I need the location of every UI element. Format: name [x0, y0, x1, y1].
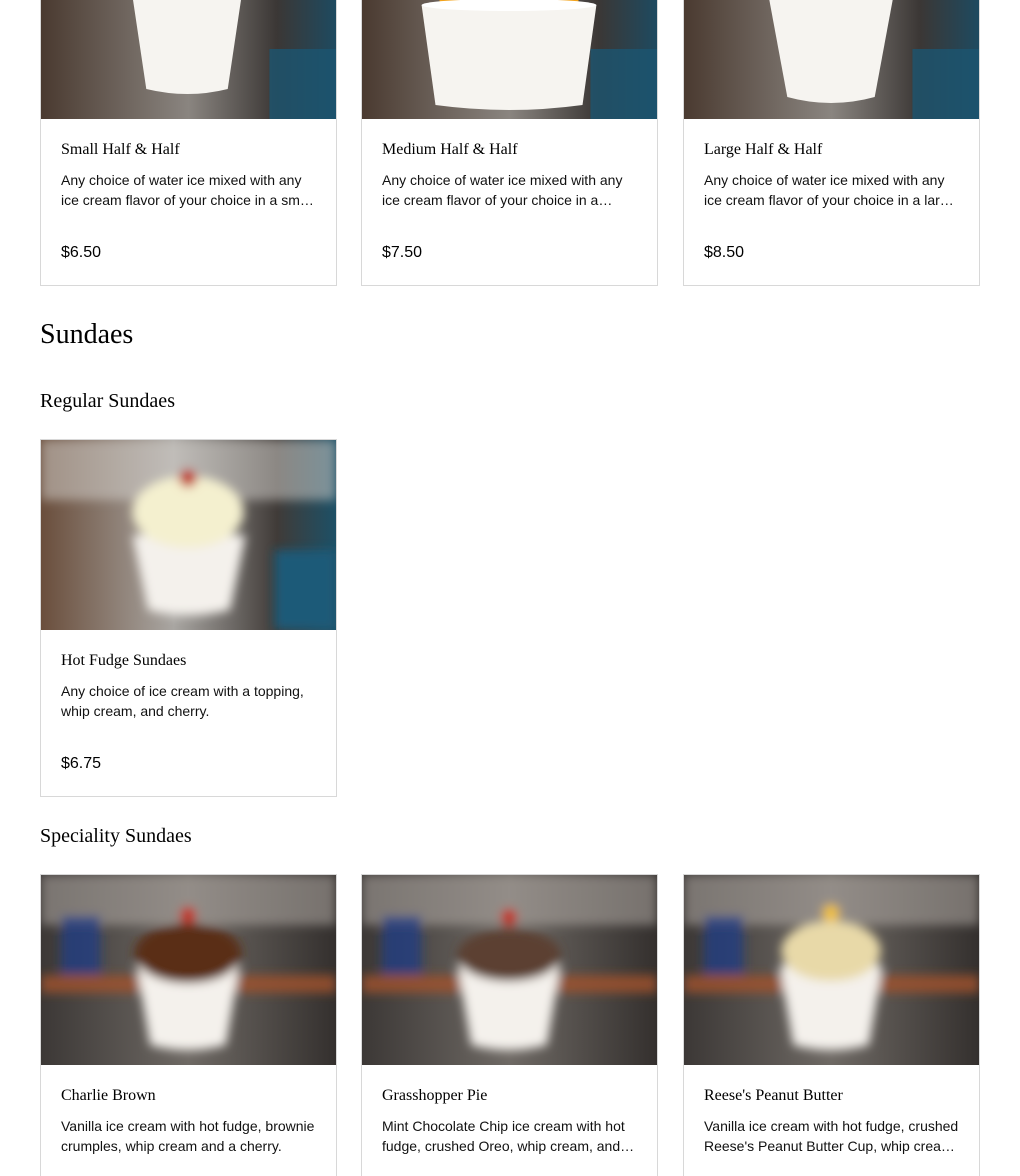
menu-item-description: Vanilla ice cream with hot fudge, crushe…	[704, 1118, 959, 1154]
menu-item-name: Grasshopper Pie	[382, 1087, 488, 1104]
menu-item-card[interactable]: Large Half & Half Any choice of water ic…	[683, 0, 980, 286]
grasshopper-pie-photo	[362, 875, 657, 1065]
menu-item-name: Large Half & Half	[704, 141, 823, 158]
menu-item-description: Any choice of water ice mixed with any i…	[704, 172, 956, 208]
menu-item-price: $7.50	[382, 244, 423, 261]
menu-item-name: Medium Half & Half	[382, 141, 518, 158]
menu-item-name: Small Half & Half	[61, 141, 180, 158]
small-cup-photo	[41, 0, 336, 119]
menu-item-description: Any choice of ice cream with a topping, …	[61, 683, 304, 719]
menu-item-card[interactable]: Hot Fudge Sundaes Any choice of ice crea…	[40, 439, 337, 797]
menu-item-name: Hot Fudge Sundaes	[61, 652, 187, 669]
subsection-title-speciality-sundaes: Speciality Sundaes	[40, 825, 192, 847]
medium-cup-photo	[362, 0, 657, 119]
menu-item-price: $8.50	[704, 244, 745, 261]
charlie-brown-photo	[41, 875, 336, 1065]
subsection-title-regular-sundaes: Regular Sundaes	[40, 390, 175, 412]
section-title-sundaes: Sundaes	[40, 319, 134, 350]
menu-item-description: Mint Chocolate Chip ice cream with hot f…	[382, 1118, 632, 1154]
menu-item-card[interactable]: Charlie Brown Vanilla ice cream with hot…	[40, 874, 337, 1176]
menu-item-description: Any choice of water ice mixed with any i…	[61, 172, 314, 208]
menu-item-card[interactable]: Small Half & Half Any choice of water ic…	[40, 0, 337, 286]
menu-item-price: $6.50	[61, 244, 102, 261]
menu-item-name: Reese's Peanut Butter	[704, 1087, 843, 1104]
menu-item-card[interactable]: Grasshopper Pie Mint Chocolate Chip ice …	[361, 874, 658, 1176]
menu-item-name: Charlie Brown	[61, 1087, 156, 1104]
menu-item-description: Any choice of water ice mixed with any i…	[382, 172, 623, 208]
menu-item-description: Vanilla ice cream with hot fudge, browni…	[61, 1118, 315, 1154]
menu-item-card[interactable]: Medium Half & Half Any choice of water i…	[361, 0, 658, 286]
menu-item-card[interactable]: Reese's Peanut Butter Vanilla ice cream …	[683, 874, 980, 1176]
large-cup-photo	[684, 0, 979, 119]
hot-fudge-sundae-photo	[41, 440, 336, 630]
reeses-peanut-butter-photo	[684, 875, 979, 1065]
menu-item-price: $6.75	[61, 755, 102, 772]
